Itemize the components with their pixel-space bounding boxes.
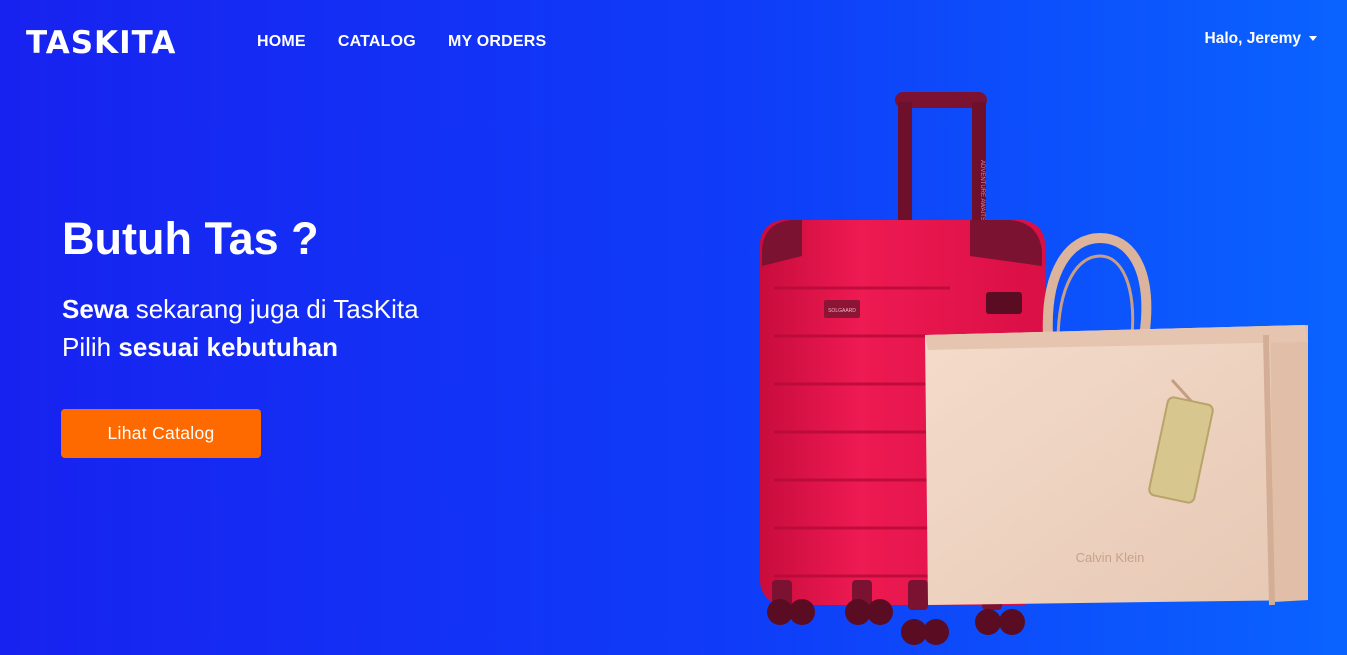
hero-subtitle: Sewa sekarang juga di TasKita Pilih sesu…: [62, 290, 419, 366]
user-menu-toggle[interactable]: Halo, Jeremy: [1204, 30, 1317, 48]
hero-subtitle-line-2: Pilih sesuai kebutuhan: [62, 328, 419, 366]
chevron-down-icon: [1309, 35, 1317, 41]
hero-subtitle-emphasis-1: Sewa: [62, 294, 129, 324]
hero-subtitle-text-2: Pilih: [62, 332, 119, 362]
view-catalog-button[interactable]: Lihat Catalog: [61, 409, 261, 458]
nav-my-orders[interactable]: MY ORDERS: [448, 33, 546, 51]
hero-subtitle-emphasis-2: sesuai kebutuhan: [118, 332, 338, 362]
nav-catalog[interactable]: CATALOG: [338, 33, 416, 51]
handbag-brand-text: Calvin Klein: [1076, 550, 1145, 565]
hero-product-illustration: ADVENTURE AWAITS SOLGAARD Calvin Klein: [760, 92, 1308, 645]
nav-home[interactable]: HOME: [257, 33, 306, 51]
hero-subtitle-text-1: sekarang juga di TasKita: [128, 294, 419, 324]
suitcase-handle-text: ADVENTURE AWAITS: [979, 160, 985, 221]
logo[interactable]: TASKITA: [26, 24, 176, 62]
main-nav: HOME CATALOG MY ORDERS: [257, 33, 546, 51]
user-greeting: Halo, Jeremy: [1204, 30, 1302, 47]
suitcase-badge-text: SOLGAARD: [828, 308, 856, 314]
hero-subtitle-line-1: Sewa sekarang juga di TasKita: [62, 290, 419, 328]
hero-title: Butuh Tas ?: [62, 213, 319, 264]
